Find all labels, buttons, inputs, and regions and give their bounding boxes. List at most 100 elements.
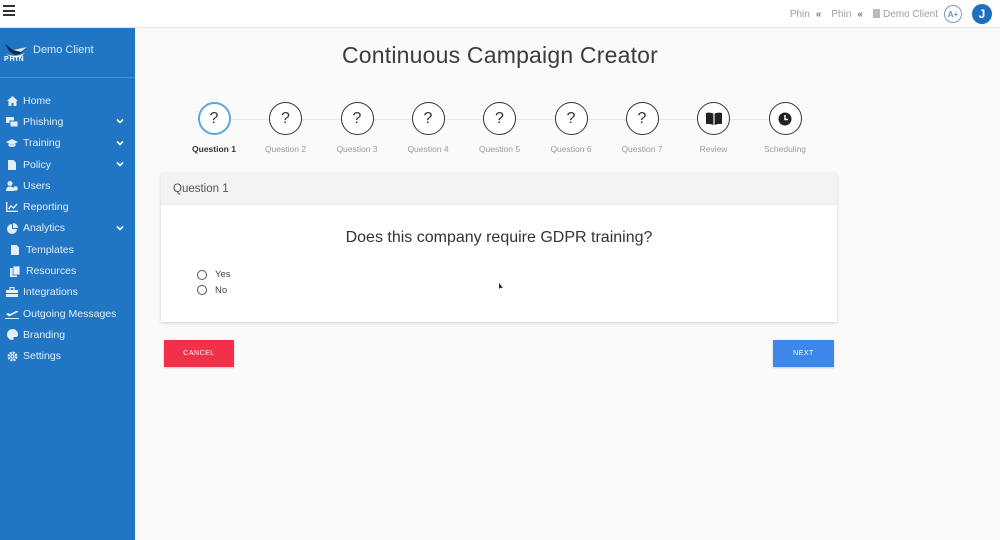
sidebar-item-reporting[interactable]: Reporting bbox=[0, 196, 135, 217]
document-icon bbox=[5, 159, 19, 170]
sidebar-item-phishing[interactable]: Phishing bbox=[0, 111, 135, 132]
toolbox-icon bbox=[5, 287, 19, 298]
sidebar-item-resources[interactable]: Resources bbox=[0, 260, 135, 281]
answer-options: Yes No bbox=[197, 267, 231, 298]
step-review[interactable]: Review bbox=[679, 102, 749, 154]
graduation-cap-icon bbox=[5, 138, 19, 149]
phishing-icon bbox=[5, 116, 19, 127]
step-label: Question 2 bbox=[264, 144, 307, 154]
step-scheduling[interactable]: Scheduling bbox=[750, 102, 820, 154]
gear-icon bbox=[5, 351, 19, 362]
sidebar-item-settings[interactable]: Settings bbox=[0, 346, 135, 367]
step-question-4[interactable]: ? Question 4 bbox=[393, 102, 463, 154]
step-label: Question 3 bbox=[336, 144, 378, 154]
palette-icon bbox=[5, 329, 19, 341]
main-content: Continuous Campaign Creator ? Question 1… bbox=[135, 28, 1000, 540]
logo-text: PHIN bbox=[4, 56, 25, 63]
question-icon: ? bbox=[411, 102, 445, 135]
step-label: Scheduling bbox=[763, 144, 807, 154]
step-label: Question 4 bbox=[407, 144, 449, 154]
step-question-2[interactable]: ? Question 2 bbox=[251, 102, 321, 154]
sidebar-item-label: Policy bbox=[23, 158, 52, 171]
step-label: Question 5 bbox=[478, 144, 521, 154]
plane-departure-icon bbox=[5, 308, 19, 319]
sidebar-item-templates[interactable]: Templates bbox=[0, 239, 135, 260]
sidebar-item-label: Users bbox=[23, 179, 51, 192]
step-question-5[interactable]: ? Question 5 bbox=[465, 102, 535, 154]
sidebar-item-users[interactable]: Users bbox=[0, 175, 135, 196]
pie-chart-icon bbox=[5, 222, 19, 234]
chevron-down-icon[interactable] bbox=[116, 160, 124, 168]
home-icon bbox=[5, 95, 19, 106]
sidebar-item-outgoing-messages[interactable]: Outgoing Messages bbox=[0, 303, 135, 324]
card-header: Question 1 bbox=[161, 173, 837, 205]
step-label: Review bbox=[699, 144, 728, 154]
sidebar-item-label: Outgoing Messages bbox=[23, 307, 117, 320]
sidebar-item-label: Reporting bbox=[23, 201, 69, 214]
sidebar-item-label: Resources bbox=[26, 265, 77, 278]
step-question-6[interactable]: ? Question 6 bbox=[536, 102, 606, 154]
wizard-stepper: ? Question 1 ? Question 2 ? Question 3 ?… bbox=[192, 102, 813, 162]
breadcrumb-phin-2[interactable]: Phin bbox=[831, 9, 851, 20]
option-no[interactable]: No bbox=[197, 283, 231, 299]
question-icon: ? bbox=[269, 102, 302, 135]
option-label: No bbox=[215, 284, 228, 296]
sidebar-item-integrations[interactable]: Integrations bbox=[0, 282, 135, 303]
hamburger-icon[interactable] bbox=[3, 5, 15, 17]
step-question-1[interactable]: ? Question 1 bbox=[179, 102, 249, 154]
avatar[interactable]: J bbox=[972, 4, 992, 24]
client-label: Demo Client bbox=[882, 8, 938, 20]
question-icon: ? bbox=[197, 102, 231, 135]
chevron-down-icon[interactable] bbox=[116, 139, 124, 147]
step-question-7[interactable]: ? Question 7 bbox=[607, 102, 677, 154]
question-icon: ? bbox=[554, 102, 588, 135]
sidebar-item-policy[interactable]: Policy bbox=[0, 154, 135, 175]
file-template-icon bbox=[8, 244, 22, 255]
client-link[interactable]: Demo Client bbox=[872, 8, 938, 20]
sidebar-item-label: Analytics bbox=[23, 222, 66, 235]
question-icon: ? bbox=[483, 102, 516, 135]
building-icon bbox=[872, 8, 880, 18]
radio-yes[interactable] bbox=[197, 269, 207, 280]
sidebar-item-label: Training bbox=[23, 137, 61, 150]
client-name: Demo Client bbox=[33, 44, 94, 56]
page-title: Continuous Campaign Creator bbox=[341, 42, 659, 68]
copy-icon bbox=[8, 265, 22, 277]
step-question-3[interactable]: ? Question 3 bbox=[322, 102, 392, 154]
sidebar: PHIN Demo Client Home Phishing Training … bbox=[0, 28, 135, 540]
breadcrumb-phin-1[interactable]: Phin bbox=[790, 9, 810, 20]
mouse-cursor-icon bbox=[499, 283, 503, 289]
step-label: Question 1 bbox=[192, 144, 236, 154]
option-yes[interactable]: Yes bbox=[197, 267, 231, 283]
sidebar-item-label: Templates bbox=[26, 243, 74, 256]
sidebar-item-branding[interactable]: Branding bbox=[0, 324, 135, 345]
option-label: Yes bbox=[215, 269, 231, 281]
sidebar-nav: Home Phishing Training Policy Users Repo… bbox=[0, 78, 135, 367]
sidebar-item-training[interactable]: Training bbox=[0, 133, 135, 154]
book-open-icon bbox=[697, 102, 730, 135]
sidebar-item-label: Home bbox=[23, 94, 52, 107]
sidebar-item-home[interactable]: Home bbox=[0, 90, 135, 111]
chevron-down-icon[interactable] bbox=[116, 117, 124, 125]
double-chevron-left-icon[interactable]: « bbox=[857, 9, 863, 20]
sidebar-item-analytics[interactable]: Analytics bbox=[0, 218, 135, 239]
sidebar-item-label: Integrations bbox=[23, 286, 78, 299]
next-button[interactable]: NEXT bbox=[773, 340, 834, 367]
question-icon: ? bbox=[625, 102, 659, 135]
question-card: Question 1 Does this company require GDP… bbox=[161, 173, 837, 322]
brand: PHIN Demo Client bbox=[0, 28, 135, 78]
step-label: Question 7 bbox=[621, 144, 663, 154]
accessibility-button[interactable]: A+ bbox=[944, 5, 962, 23]
users-icon bbox=[5, 180, 19, 191]
chevron-down-icon[interactable] bbox=[116, 224, 124, 232]
sidebar-item-label: Phishing bbox=[23, 115, 64, 128]
sidebar-item-label: Branding bbox=[23, 328, 66, 341]
radio-no[interactable] bbox=[197, 285, 207, 296]
top-right-nav: Phin « Phin « Demo Client A+ J bbox=[790, 0, 992, 28]
cancel-button[interactable]: CANCEL bbox=[164, 340, 234, 367]
double-chevron-left-icon[interactable]: « bbox=[816, 9, 822, 20]
sidebar-item-label: Settings bbox=[23, 350, 61, 363]
clock-icon bbox=[768, 102, 802, 135]
question-text: Does this company require GDPR training? bbox=[345, 229, 653, 246]
step-label: Question 6 bbox=[550, 144, 592, 154]
